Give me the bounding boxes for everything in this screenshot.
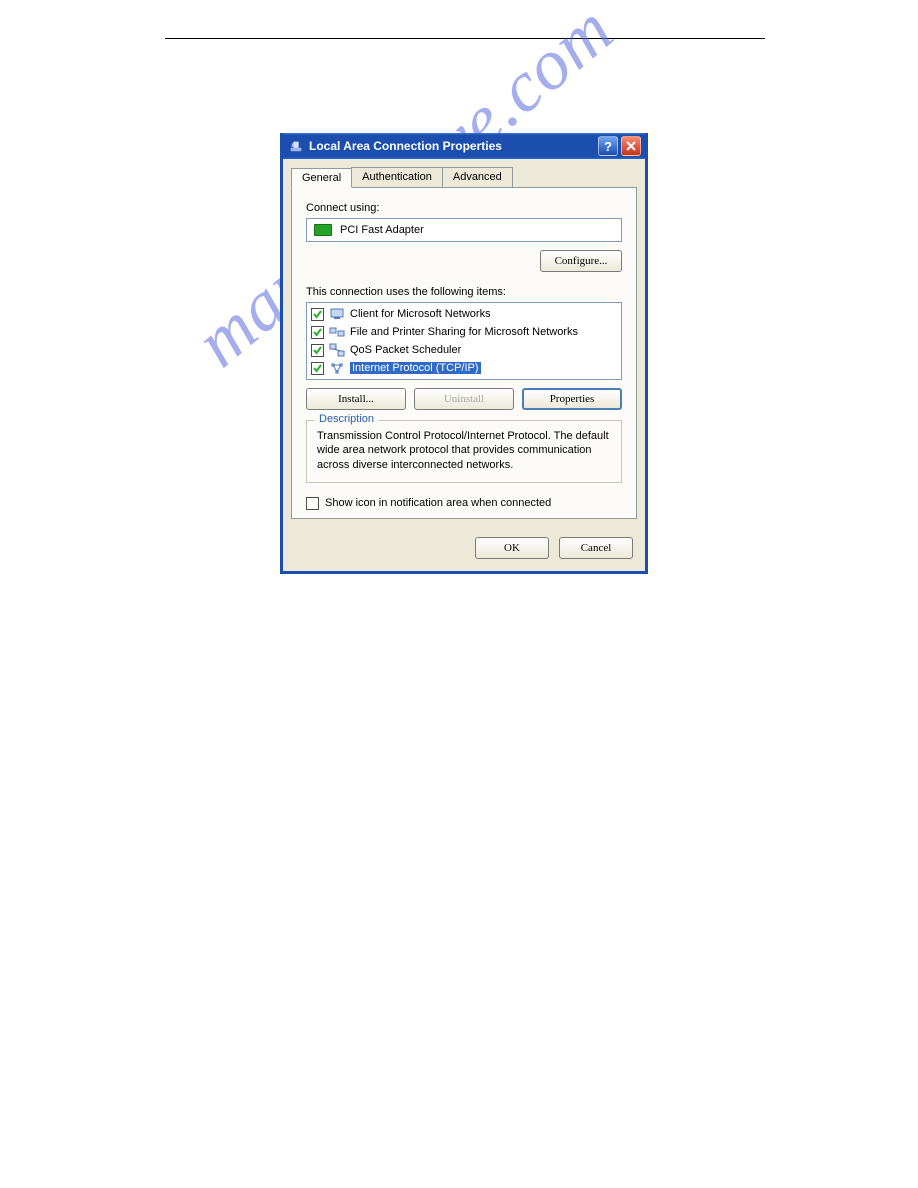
connect-using-label: Connect using:: [306, 202, 622, 214]
nic-icon: [314, 224, 332, 236]
adapter-name: PCI Fast Adapter: [340, 224, 424, 236]
description-legend: Description: [315, 413, 378, 425]
qos-icon: [329, 342, 345, 358]
items-listbox[interactable]: Client for Microsoft Networks File and P…: [306, 302, 622, 380]
dialog-footer: OK Cancel: [283, 527, 645, 571]
show-icon-row[interactable]: Show icon in notification area when conn…: [306, 497, 622, 510]
tcpip-icon: [329, 360, 345, 376]
checkbox[interactable]: [311, 326, 324, 339]
close-icon: [626, 141, 636, 151]
list-item-label: QoS Packet Scheduler: [350, 344, 461, 356]
show-icon-label: Show icon in notification area when conn…: [325, 497, 551, 509]
list-item[interactable]: File and Printer Sharing for Microsoft N…: [307, 323, 621, 341]
adapter-field[interactable]: PCI Fast Adapter: [306, 218, 622, 242]
items-label: This connection uses the following items…: [306, 286, 622, 298]
connection-icon: [289, 139, 303, 153]
configure-button[interactable]: Configure...: [540, 250, 622, 272]
checkbox[interactable]: [311, 308, 324, 321]
show-icon-checkbox[interactable]: [306, 497, 319, 510]
list-item-label: File and Printer Sharing for Microsoft N…: [350, 326, 578, 338]
client-icon: [329, 306, 345, 322]
cancel-button[interactable]: Cancel: [559, 537, 633, 559]
tab-general[interactable]: General: [291, 168, 352, 188]
tab-strip: General Authentication Advanced: [283, 159, 645, 187]
description-group: Description Transmission Control Protoco…: [306, 420, 622, 483]
description-text: Transmission Control Protocol/Internet P…: [317, 429, 611, 472]
tab-panel-general: Connect using: PCI Fast Adapter Configur…: [291, 187, 637, 519]
list-item-label: Internet Protocol (TCP/IP): [350, 362, 481, 374]
list-item-label: Client for Microsoft Networks: [350, 308, 491, 320]
help-button[interactable]: ?: [598, 136, 618, 156]
tab-advanced[interactable]: Advanced: [442, 167, 513, 187]
checkbox[interactable]: [311, 344, 324, 357]
list-item[interactable]: Internet Protocol (TCP/IP): [307, 359, 621, 377]
install-button[interactable]: Install...: [306, 388, 406, 410]
close-button[interactable]: [621, 136, 641, 156]
ok-button[interactable]: OK: [475, 537, 549, 559]
page-rule: [165, 38, 765, 39]
properties-button[interactable]: Properties: [522, 388, 622, 410]
title-text: Local Area Connection Properties: [309, 139, 595, 153]
list-item[interactable]: Client for Microsoft Networks: [307, 305, 621, 323]
titlebar[interactable]: Local Area Connection Properties ?: [283, 133, 645, 159]
properties-dialog: Local Area Connection Properties ? Gener…: [280, 133, 648, 574]
uninstall-button[interactable]: Uninstall: [414, 388, 514, 410]
share-icon: [329, 324, 345, 340]
checkbox[interactable]: [311, 362, 324, 375]
tab-authentication[interactable]: Authentication: [351, 167, 443, 187]
list-item[interactable]: QoS Packet Scheduler: [307, 341, 621, 359]
